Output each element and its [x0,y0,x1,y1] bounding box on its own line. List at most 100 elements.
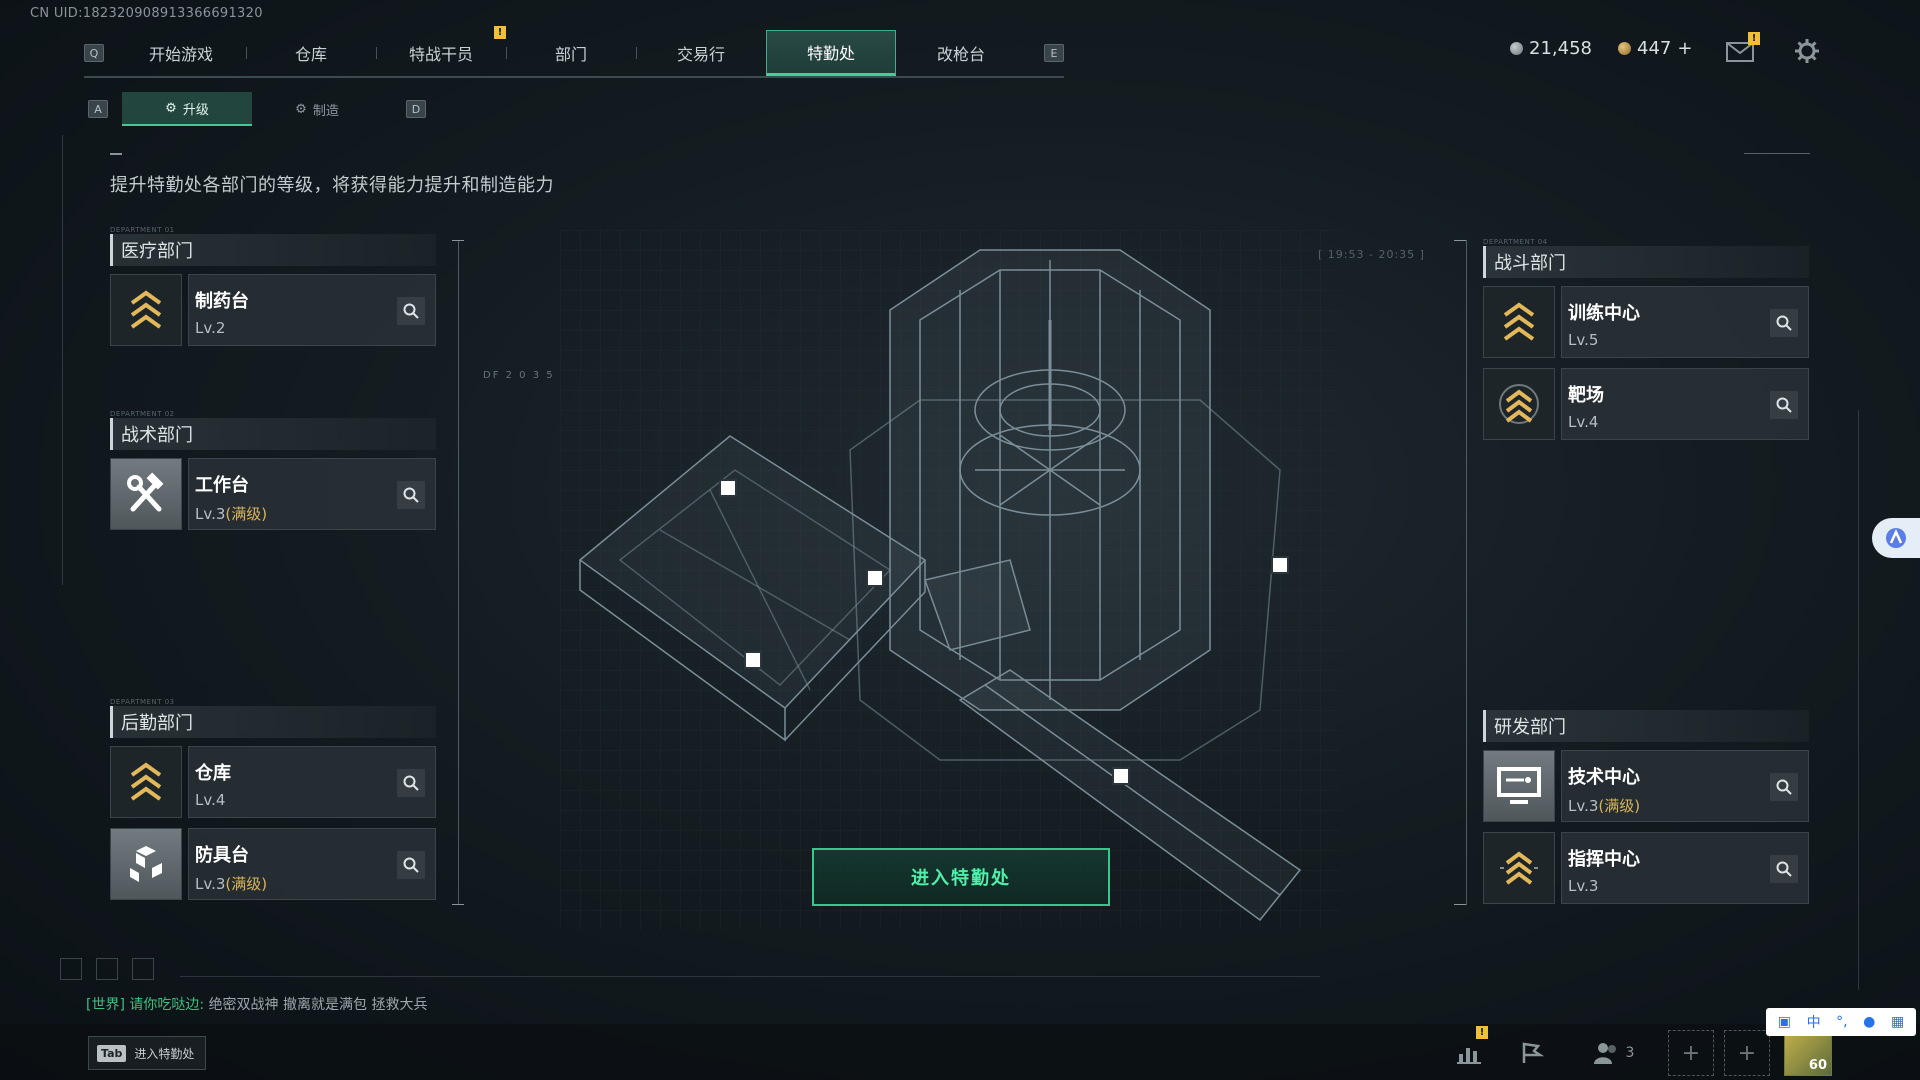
left-bracket-top [452,240,464,241]
team-slot-add[interactable]: + [1668,1030,1714,1076]
plus-icon: + [1681,1040,1701,1066]
tab-operators[interactable]: 特战干员 ! [376,26,506,76]
settings-button[interactable] [1794,38,1820,68]
subtab-right-key: D [406,100,426,118]
hud-code: DF 2 0 3 5 [483,370,555,381]
enter-special-ops-button[interactable]: 进入特勤处 [812,848,1110,906]
search-button[interactable] [1770,391,1798,419]
facility-shooting-range[interactable]: 靶场 Lv.4 [1483,368,1809,440]
dept-tactical: DEPARTMENT 02 战术部门 工作台 Lv.3(满级) [110,410,436,530]
dept-title: 医疗部门 [110,234,436,266]
search-button[interactable] [397,769,425,797]
friends-icon [1593,1043,1616,1064]
ime-toolbar[interactable]: ▣ 中 °, ● ▦ [1766,1008,1916,1036]
frame-line [1858,410,1859,990]
ime-user-icon: ● [1863,1014,1876,1030]
tab-market[interactable]: 交易行 [636,30,766,76]
tab-warehouse[interactable]: 仓库 [246,30,376,76]
dept-title: 研发部门 [1483,710,1809,742]
world-chat[interactable]: [世界] 请你吃哒边: 绝密双战神 撤离就是满包 拯救大兵 [86,994,427,1014]
assistant-float-button[interactable] [1872,518,1920,558]
right-bracket-bottom [1454,904,1466,905]
dept-title: 后勤部门 [110,706,436,738]
facility-pharmacy[interactable]: 制药台 Lv.2 [110,274,436,346]
subtab-left-key: A [88,100,108,118]
gold-currency[interactable]: 447 + [1618,38,1692,59]
facility-wireframe-model [560,230,1340,930]
tab-gunsmith[interactable]: 改枪台 [896,30,1026,76]
friends-button[interactable]: 3 [1586,1036,1642,1070]
tab-start-game[interactable]: 开始游戏 [116,30,246,76]
plus-icon: + [1737,1040,1757,1066]
dept-title: 战术部门 [110,418,436,450]
ime-logo-icon: ▣ [1777,1014,1792,1030]
facility-command-center[interactable]: 指挥中心 Lv.3 [1483,832,1809,904]
add-currency-button[interactable]: + [1677,38,1692,59]
search-icon [403,487,419,503]
dept-research: 研发部门 技术中心 Lv.3(满级) 指挥中心 Lv.3 [1483,710,1809,904]
nav-left-key: Q [84,44,104,62]
dept-medical: DEPARTMENT 01 医疗部门 制药台 Lv.2 [110,226,436,346]
nav-right-key: E [1044,44,1064,62]
left-bracket-bottom [452,904,464,905]
search-icon [403,303,419,319]
silver-coin-icon [1510,42,1523,55]
facility-armor-bench[interactable]: 防具台 Lv.3(满级) [110,828,436,900]
alert-icon: ! [494,26,506,39]
search-icon [403,775,419,791]
search-icon [1776,315,1792,331]
ime-grid-icon: ▦ [1890,1014,1905,1030]
search-icon [403,857,419,873]
chevron-rank-icon [1483,832,1555,904]
monitor-icon [1483,750,1555,822]
upgrade-icon: ⚙ [165,100,177,116]
thumb-slot[interactable] [60,958,82,980]
page-description: 提升特勤处各部门的等级，将获得能力提升和制造能力 [110,175,554,196]
main-nav: Q 开始游戏 仓库 特战干员 ! 部门 交易行 特勤处 改枪台 E [84,26,1064,78]
tab-hint-button[interactable]: Tab 进入特勤处 [88,1036,206,1070]
thumb-slot[interactable] [132,958,154,980]
bar-chart-icon [1457,1048,1481,1064]
divider [180,976,1320,977]
frame-line [1744,153,1810,154]
mail-alert-icon: ! [1748,32,1760,45]
left-bracket [458,240,459,905]
chevron-rank-icon [110,746,182,818]
subtab-craft[interactable]: ⚙ 制造 [252,92,382,126]
flag-button[interactable] [1512,1036,1552,1070]
facility-warehouse[interactable]: 仓库 Lv.4 [110,746,436,818]
flag-icon [1522,1042,1544,1063]
uid-label: CN UID:182320908913366691320 [30,6,263,21]
divider [110,153,122,155]
facility-tech-center[interactable]: 技术中心 Lv.3(满级) [1483,750,1809,822]
search-button[interactable] [397,297,425,325]
chevron-rank-icon [1483,286,1555,358]
tab-special-ops[interactable]: 特勤处 [766,30,896,76]
tab-department[interactable]: 部门 [506,30,636,76]
search-button[interactable] [1770,773,1798,801]
right-bracket-top [1454,240,1466,241]
facility-training-center[interactable]: 训练中心 Lv.5 [1483,286,1809,358]
frame-line [62,135,63,585]
gold-coin-icon [1618,42,1631,55]
mail-button[interactable]: ! [1726,32,1760,66]
hammer-wrench-icon [110,458,182,530]
search-button[interactable] [397,851,425,879]
facility-workbench[interactable]: 工作台 Lv.3(满级) [110,458,436,530]
search-icon [1776,861,1792,877]
stats-alert-icon: ! [1476,1026,1488,1039]
subtab-bar: A ⚙ 升级 ⚙ 制造 D [88,92,426,126]
search-button[interactable] [1770,309,1798,337]
search-button[interactable] [397,481,425,509]
team-slot-add[interactable]: + [1724,1030,1770,1076]
dept-logistics: DEPARTMENT 03 后勤部门 仓库 Lv.4 防具台 Lv.3(满级) [110,698,436,900]
subtab-upgrade[interactable]: ⚙ 升级 [122,92,252,126]
search-icon [1776,779,1792,795]
gear-icon [1795,39,1819,63]
chevron-rank-icon [110,274,182,346]
dept-title: 战斗部门 [1483,246,1809,278]
thumb-slot[interactable] [96,958,118,980]
cubes-icon [110,828,182,900]
search-button[interactable] [1770,855,1798,883]
stats-button[interactable]: ! [1450,1026,1490,1070]
